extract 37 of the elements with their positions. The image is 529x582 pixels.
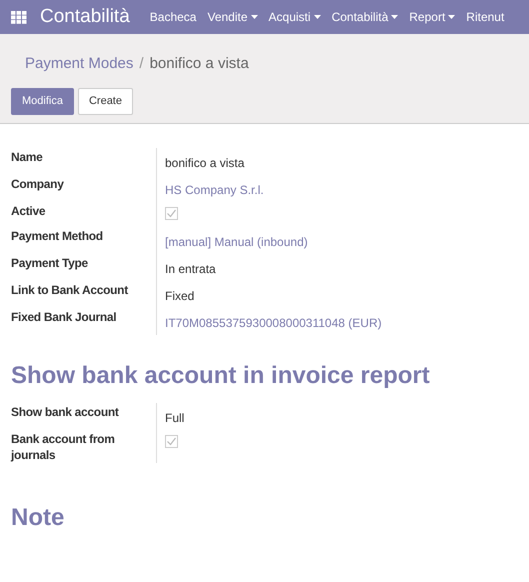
field-label: Show bank account — [11, 404, 120, 420]
breadcrumb-current: bonifico a vista — [150, 54, 249, 74]
field-label: Link to Bank Account — [11, 282, 130, 298]
checkbox[interactable] — [165, 434, 178, 448]
create-button[interactable]: Create — [78, 88, 133, 115]
field-label: Fixed Bank Journal — [11, 308, 118, 324]
field-label: Name — [11, 149, 44, 165]
field-label: Payment Method — [11, 228, 104, 244]
note-title: Note — [11, 502, 66, 532]
field-value: Fixed — [165, 288, 194, 302]
field-value: bonifico a vista — [165, 156, 244, 170]
field-label: Active — [11, 203, 46, 219]
breadcrumb-link[interactable]: Payment Modes — [25, 52, 134, 76]
edit-button[interactable]: Modifica — [11, 88, 74, 115]
field-link[interactable]: HS Company S.r.l. — [165, 183, 264, 197]
nav-menu-item[interactable]: Bacheca — [150, 8, 196, 26]
field-label: Bank account from journals — [11, 430, 116, 462]
caret-icon — [391, 15, 398, 19]
nav-menu-item[interactable]: Vendite — [207, 8, 258, 26]
app-title: Contabilità — [40, 4, 130, 29]
field-label: Company — [11, 176, 65, 192]
nav-menu-item[interactable]: Contabilità — [332, 8, 398, 26]
field-value: In entrata — [165, 262, 216, 276]
field-value: Full — [165, 410, 184, 424]
breadcrumb-separator: / — [139, 54, 144, 74]
field-label: Payment Type — [11, 254, 89, 270]
section-title: Show bank account in invoice report — [11, 360, 431, 390]
caret-icon — [250, 15, 258, 19]
nav-menu-item[interactable]: Ritenut — [466, 8, 504, 26]
checkbox[interactable] — [165, 207, 178, 220]
apps-grid-icon[interactable] — [11, 10, 27, 24]
field-link[interactable]: IT70M0855375930008000311048 (EUR) — [165, 316, 382, 330]
field-link[interactable]: [manual] Manual (inbound) — [165, 234, 308, 248]
nav-menu-item[interactable]: Report — [409, 8, 456, 26]
nav-menu-item[interactable]: Acquisti — [268, 8, 321, 26]
caret-icon — [448, 15, 456, 19]
caret-icon — [314, 15, 321, 19]
